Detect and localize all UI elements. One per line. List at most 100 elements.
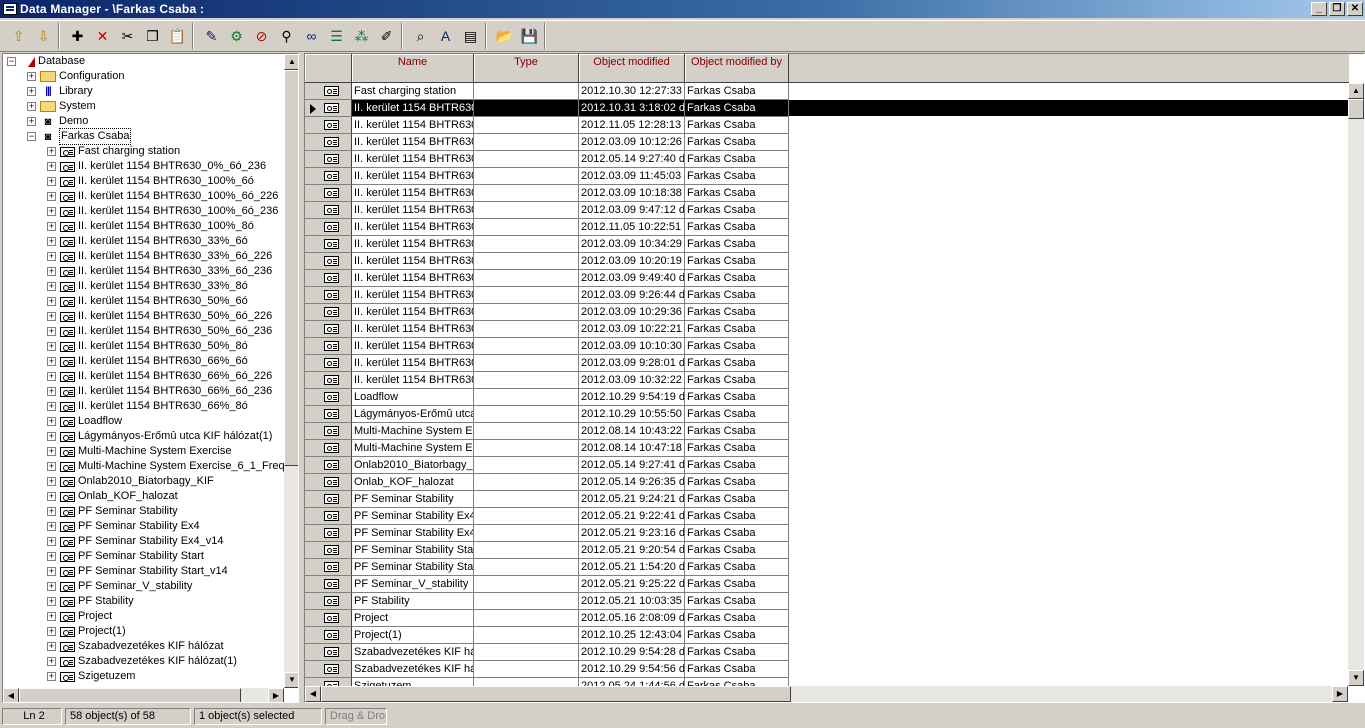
tree-item[interactable]: + Project(1) [47,624,126,639]
cell-object-modified[interactable]: 2012.03.09 11:45:03 [579,168,685,185]
cell-name[interactable]: Onlab2010_Biatorbagy_K [352,457,474,474]
row-selector[interactable] [305,134,352,151]
row-selector[interactable] [305,559,352,576]
tree-item[interactable]: + II. kerület 1154 BHTR630_33%_6ó_226 [47,249,272,264]
expand-icon[interactable]: + [47,222,56,231]
table-row[interactable]: II. kerület 1154 BHTR630 2012.10.31 3:18:… [305,100,1349,117]
row-selector[interactable] [305,508,352,525]
filter-button[interactable]: ☰ [325,25,348,47]
cell-object-modified[interactable]: 2012.05.21 9:20:54 d [579,542,685,559]
scroll-down-button[interactable]: ▼ [284,672,298,688]
expand-icon[interactable]: + [47,612,56,621]
cell-name[interactable]: Szabadvezetékes KIF há [352,644,474,661]
expand-icon[interactable]: + [47,357,56,366]
tree-item[interactable]: + II. kerület 1154 BHTR630_100%_6ó [47,174,254,189]
cell-name[interactable]: II. kerület 1154 BHTR630 [352,168,474,185]
table-row[interactable]: II. kerület 1154 BHTR630 2012.05.14 9:27:… [305,151,1349,168]
expand-icon[interactable]: + [27,102,36,111]
cell-object-modified-by[interactable]: Farkas Csaba [685,236,789,253]
row-selector[interactable] [305,355,352,372]
cell-object-modified-by[interactable]: Farkas Csaba [685,372,789,389]
cell-name[interactable]: PF Seminar_V_stability [352,576,474,593]
cell-object-modified[interactable]: 2012.03.09 10:18:38 [579,185,685,202]
expand-icon[interactable]: + [47,672,56,681]
new-object-button[interactable]: ✚ [66,25,89,47]
expand-icon[interactable]: + [47,297,56,306]
expand-icon[interactable]: + [47,627,56,636]
cell-name[interactable]: II. kerület 1154 BHTR630 [352,304,474,321]
tree-item[interactable]: + Szabadvezetékes KIF hálózat(1) [47,654,237,669]
expand-icon[interactable]: + [47,252,56,261]
cell-object-modified[interactable]: 2012.08.14 10:47:18 [579,440,685,457]
cell-object-modified[interactable]: 2012.03.09 9:49:40 d [579,270,685,287]
minimize-button[interactable]: _ [1311,2,1327,16]
table-row[interactable]: II. kerület 1154 BHTR630 2012.03.09 10:18… [305,185,1349,202]
row-selector[interactable] [305,525,352,542]
cell-name[interactable]: II. kerület 1154 BHTR630 [352,338,474,355]
cell-type[interactable] [474,406,579,423]
cell-name[interactable]: PF Seminar Stability Start [352,542,474,559]
expand-icon[interactable]: + [47,402,56,411]
cell-object-modified-by[interactable]: Farkas Csaba [685,542,789,559]
cell-type[interactable] [474,117,579,134]
cell-object-modified[interactable]: 2012.05.14 9:27:40 d [579,151,685,168]
cell-object-modified[interactable]: 2012.10.29 9:54:19 d [579,389,685,406]
scroll-thumb[interactable] [1348,99,1364,119]
glasses-button[interactable]: ∞ [300,25,323,47]
table-row[interactable]: PF Seminar Stability Start 2012.05.21 1:5… [305,559,1349,576]
cell-type[interactable] [474,372,579,389]
cell-type[interactable] [474,236,579,253]
cell-type[interactable] [474,134,579,151]
cell-type[interactable] [474,627,579,644]
expand-icon[interactable]: + [47,507,56,516]
row-selector[interactable] [305,100,352,117]
tree-horizontal-scrollbar[interactable]: ◀ ▶ [3,688,284,702]
find-user-button[interactable]: ⚲ [275,25,298,47]
expand-icon[interactable]: + [47,432,56,441]
cell-object-modified[interactable]: 2012.05.14 9:27:41 d [579,457,685,474]
cell-object-modified-by[interactable]: Farkas Csaba [685,644,789,661]
expand-icon[interactable]: + [47,372,56,381]
expand-icon[interactable]: + [47,552,56,561]
tree-item[interactable]: + System [27,99,96,114]
row-selector[interactable] [305,321,352,338]
cell-type[interactable] [474,593,579,610]
cut-button[interactable]: ✂ [116,25,139,47]
scroll-up-button[interactable]: ▲ [284,54,298,70]
tree-item[interactable]: + PF Seminar Stability Ex4 [47,519,200,534]
expand-icon[interactable]: + [47,492,56,501]
tree-item[interactable]: + II. kerület 1154 BHTR630_33%_6ó_236 [47,264,272,279]
row-selector[interactable] [305,661,352,678]
row-selector[interactable] [305,372,352,389]
expand-icon[interactable]: + [47,282,56,291]
tree-item[interactable]: + Szabadvezetékes KIF hálózat [47,639,224,654]
drag-drop-toggle[interactable]: Drag & Drop [325,708,387,725]
cell-name[interactable]: II. kerület 1154 BHTR630 [352,287,474,304]
expand-icon[interactable]: + [47,567,56,576]
row-selector[interactable] [305,389,352,406]
cell-name[interactable]: Multi-Machine System Ex [352,440,474,457]
table-row[interactable]: Szabadvezetékes KIF há 2012.10.29 9:54:28… [305,644,1349,661]
table-row[interactable]: PF Seminar Stability 2012.05.21 9:24:21 d… [305,491,1349,508]
expand-icon[interactable]: + [47,582,56,591]
tree-item[interactable]: + Loadflow [47,414,122,429]
expand-icon[interactable]: + [47,387,56,396]
folder-up-button[interactable]: ⇧ [7,25,30,47]
scroll-down-button[interactable]: ▼ [1348,670,1364,686]
expand-icon[interactable]: + [47,597,56,606]
row-selector[interactable] [305,542,352,559]
cell-object-modified[interactable]: 2012.03.09 10:29:36 [579,304,685,321]
restore-button[interactable]: ❐ [1329,2,1345,16]
column-header-name[interactable]: Name [352,54,474,83]
cell-name[interactable]: PF Seminar Stability Start [352,559,474,576]
row-selector[interactable] [305,491,352,508]
row-selector[interactable] [305,83,352,100]
row-selector[interactable] [305,406,352,423]
column-header-type[interactable]: Type [474,54,579,83]
table-row[interactable]: II. kerület 1154 BHTR630 2012.11.05 10:22… [305,219,1349,236]
row-selector[interactable] [305,627,352,644]
row-selector[interactable] [305,576,352,593]
table-row[interactable]: II. kerület 1154 BHTR630 2012.03.09 10:12… [305,134,1349,151]
cell-object-modified-by[interactable]: Farkas Csaba [685,134,789,151]
expand-icon[interactable]: + [47,237,56,246]
